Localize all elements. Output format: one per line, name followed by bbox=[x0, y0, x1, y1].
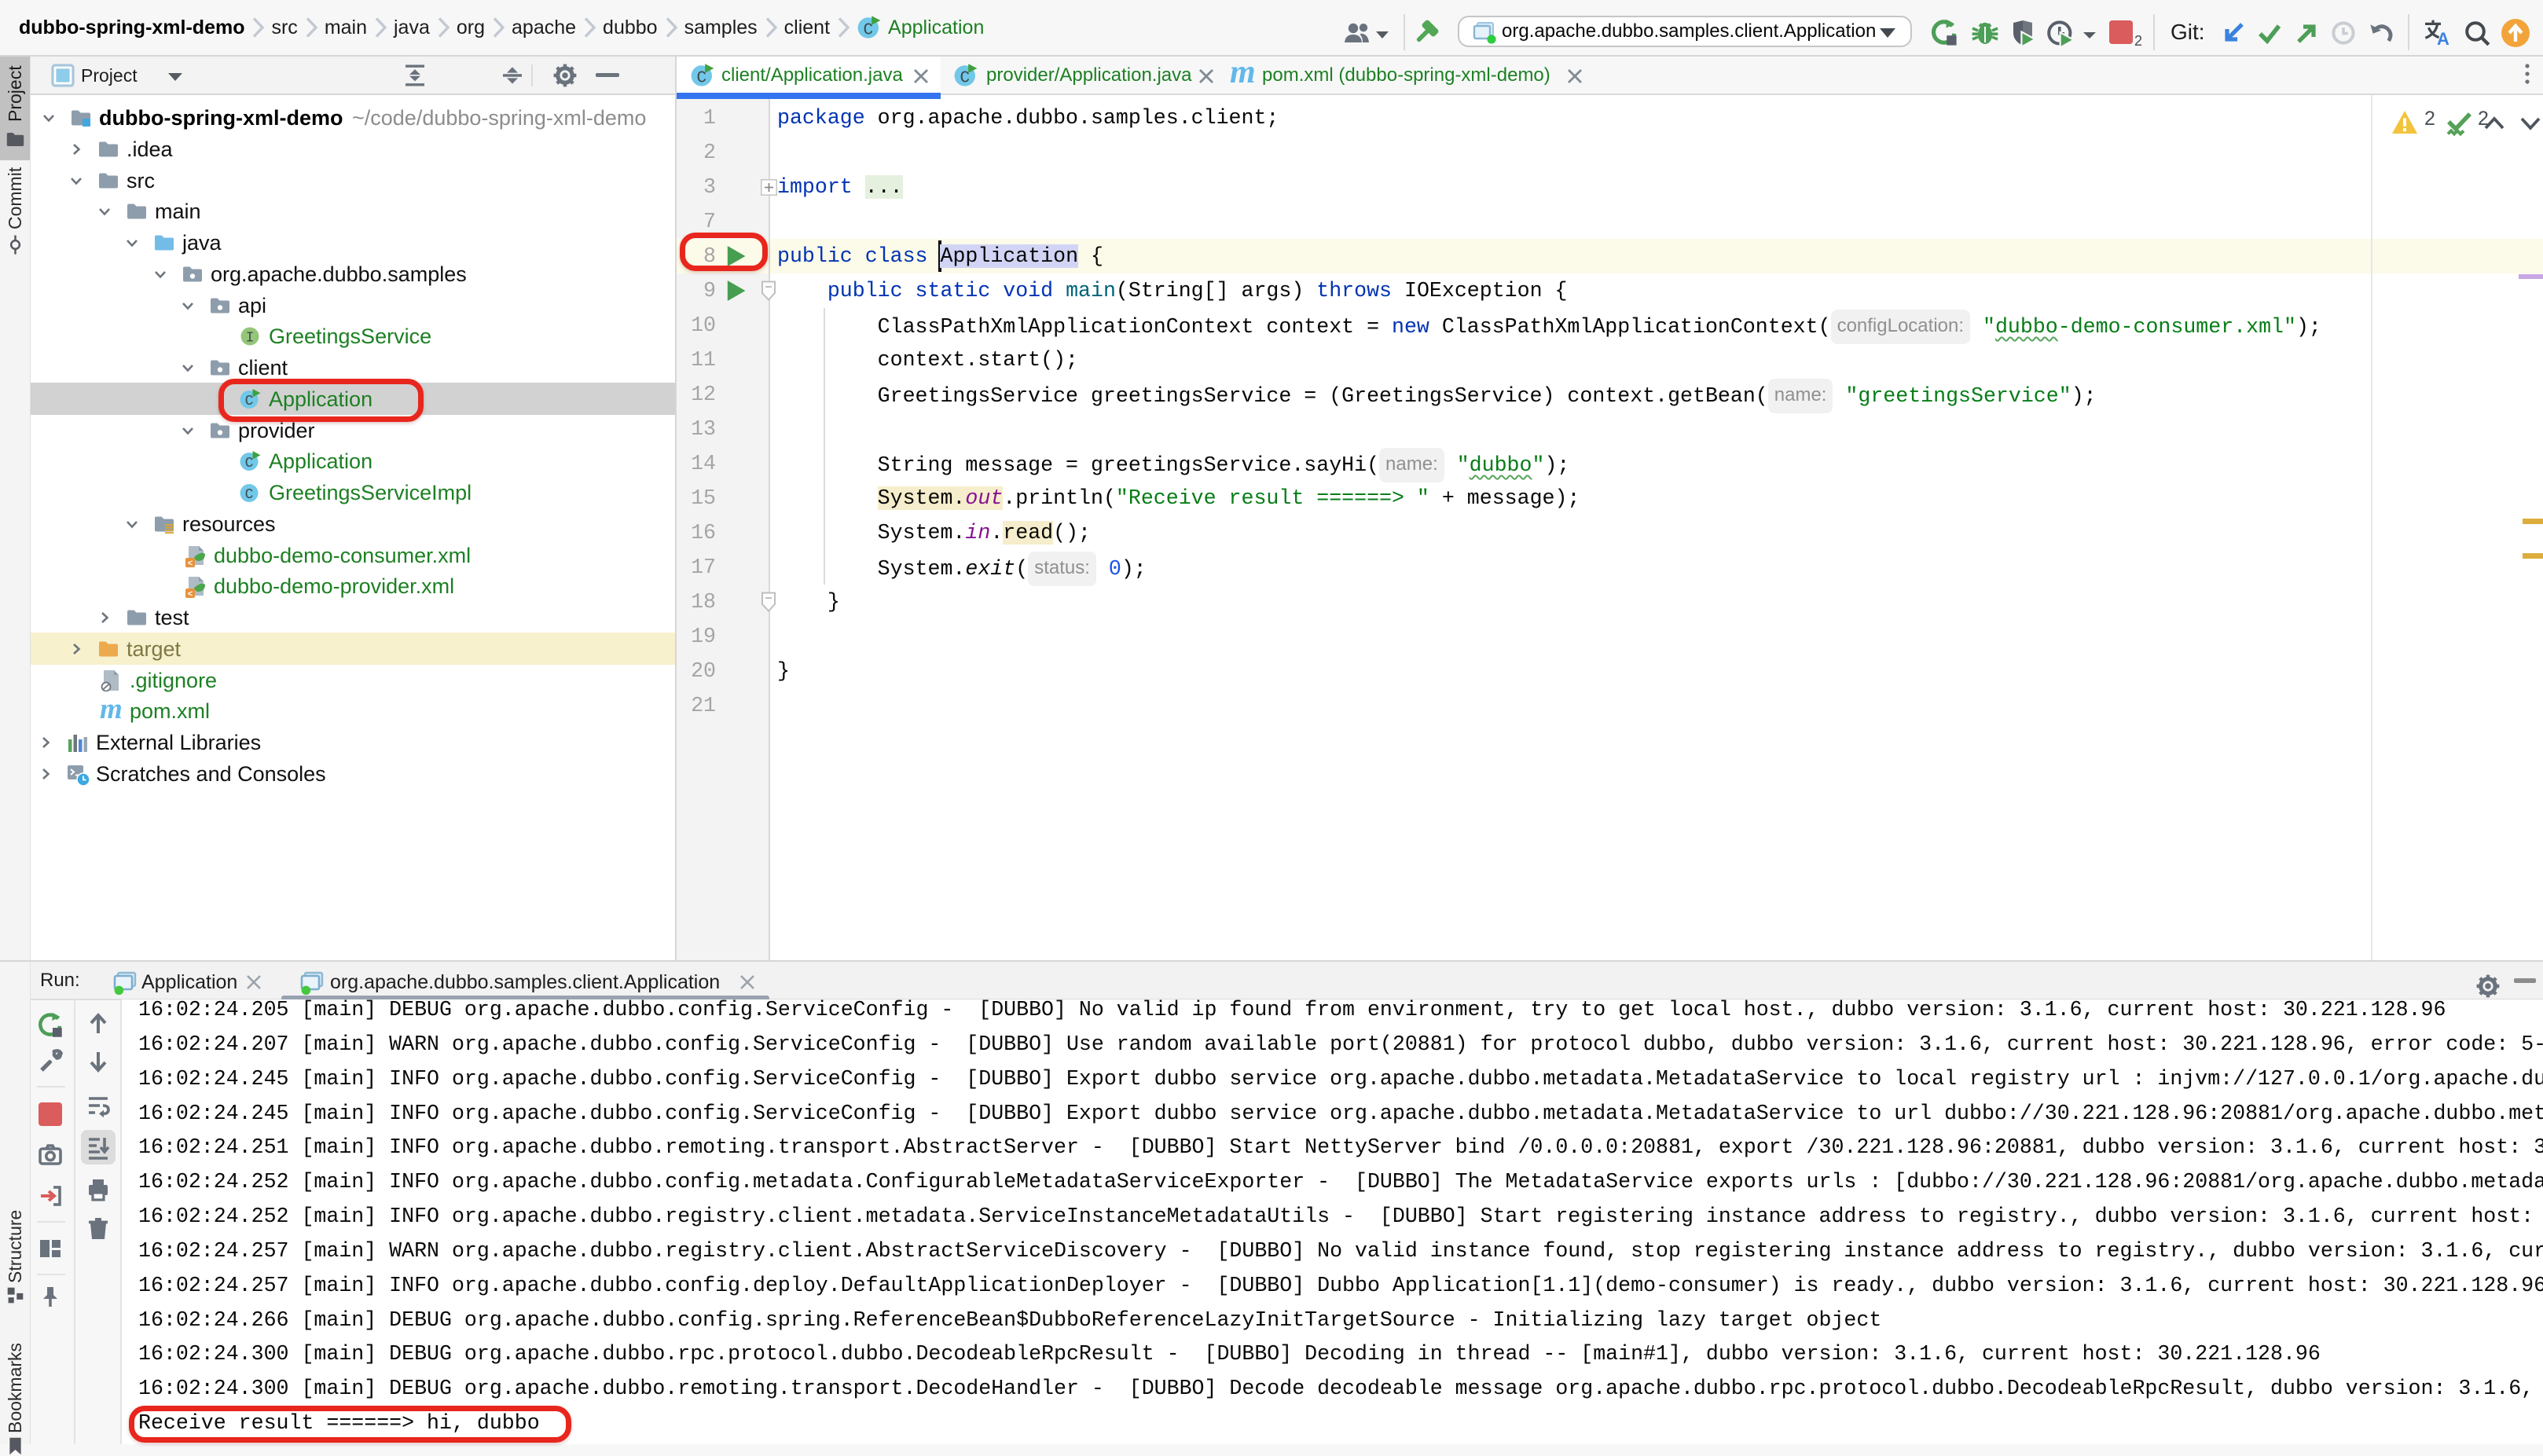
svg-text:<: < bbox=[188, 559, 193, 568]
svg-text:<: < bbox=[188, 589, 193, 599]
svg-text:C: C bbox=[245, 487, 254, 503]
svg-text:C: C bbox=[245, 456, 254, 471]
svg-text:A: A bbox=[2437, 29, 2449, 47]
svg-text:I: I bbox=[246, 331, 255, 347]
